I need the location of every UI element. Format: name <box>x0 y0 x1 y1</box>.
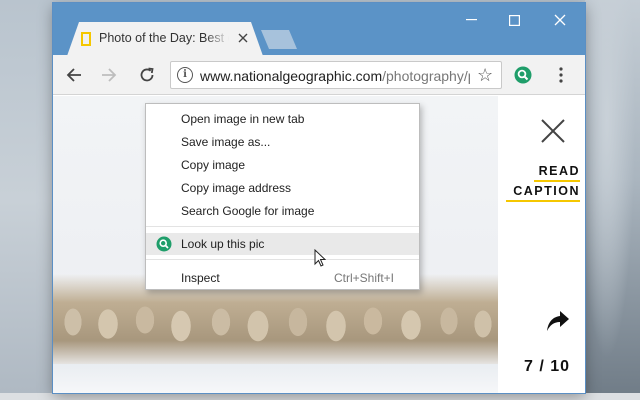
title-bar: Photo of the Day: Best of <box>53 3 585 56</box>
address-bar[interactable]: i www.nationalgeographic.com/photography… <box>170 61 502 89</box>
extension-magnifier-icon[interactable] <box>511 63 535 87</box>
slide-counter: 7 / 10 <box>523 358 570 375</box>
look-up-magnifier-icon <box>156 236 172 252</box>
natgeo-favicon-icon <box>81 32 91 46</box>
viewer-side-panel: READ CAPTION 7 / 10 <box>498 96 585 393</box>
desktop-background-right <box>585 0 640 400</box>
back-arrow-icon[interactable] <box>62 63 86 87</box>
kebab-menu-icon[interactable] <box>549 63 573 87</box>
active-tab[interactable]: Photo of the Day: Best of <box>67 22 263 56</box>
menu-item-look-up-this-pic[interactable]: Look up this pic <box>146 233 419 255</box>
menu-item-search-google-for-image[interactable]: Search Google for image <box>146 200 419 222</box>
new-tab-button[interactable] <box>261 30 297 49</box>
desktop-background-left <box>0 0 53 400</box>
desktop-taskbar-edge <box>0 393 640 400</box>
url-text[interactable]: www.nationalgeographic.com/photography/p… <box>200 68 470 84</box>
tab-close-icon[interactable] <box>235 30 251 46</box>
menu-separator <box>146 259 419 260</box>
browser-toolbar: i www.nationalgeographic.com/photography… <box>53 55 585 95</box>
star-icon[interactable]: ☆ <box>477 65 493 85</box>
inspect-shortcut: Ctrl+Shift+I <box>333 271 394 285</box>
mouse-cursor-icon <box>314 249 326 267</box>
share-arrow-icon[interactable] <box>546 310 570 332</box>
snow-ground <box>53 364 498 393</box>
info-icon[interactable]: i <box>177 67 193 83</box>
url-path: /photography/pro <box>382 68 470 84</box>
reload-icon[interactable] <box>135 63 159 87</box>
read-label: READ <box>534 164 580 182</box>
forward-arrow-icon[interactable] <box>97 63 121 87</box>
maximize-icon[interactable] <box>494 7 534 33</box>
close-x-icon[interactable] <box>538 116 568 146</box>
menu-item-save-image-as[interactable]: Save image as... <box>146 131 419 153</box>
menu-separator <box>146 226 419 227</box>
menu-item-copy-image[interactable]: Copy image <box>146 154 419 176</box>
read-caption-link[interactable]: READ CAPTION <box>506 164 580 204</box>
caption-label: CAPTION <box>506 184 580 202</box>
close-icon[interactable] <box>540 7 580 33</box>
context-menu: Open image in new tab Save image as... C… <box>145 103 420 290</box>
menu-item-open-image-new-tab[interactable]: Open image in new tab <box>146 108 419 130</box>
minimize-icon[interactable] <box>451 7 491 33</box>
url-host: www.nationalgeographic.com <box>200 68 383 84</box>
tab-title: Photo of the Day: Best of <box>99 31 229 45</box>
menu-item-inspect[interactable]: Inspect Ctrl+Shift+I <box>146 267 419 289</box>
menu-item-copy-image-address[interactable]: Copy image address <box>146 177 419 199</box>
